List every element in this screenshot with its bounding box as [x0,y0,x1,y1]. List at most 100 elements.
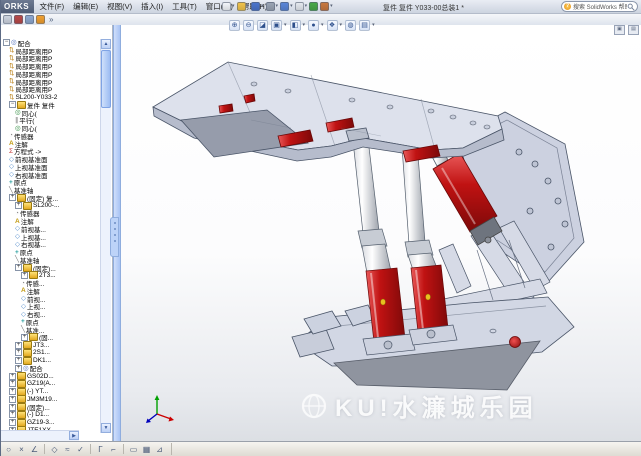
tree-item[interactable]: ◇右视... [1,310,101,318]
toolbar-overflow-button[interactable]: » [49,15,53,24]
splitter-grip[interactable] [110,217,119,257]
expander-icon[interactable]: + [21,334,28,341]
select-icon[interactable] [295,2,304,11]
help-smiley-icon[interactable] [36,15,45,24]
tree-horizontal-scrollbar[interactable]: ▶ [1,430,79,441]
search-input[interactable]: 搜索 SolidWorks 帮助 [573,2,627,11]
tree-item[interactable]: +(-) YT... [1,388,101,396]
tree-item[interactable]: +GZ19-3... [1,419,101,427]
expander-icon[interactable]: + [15,264,22,271]
tree-item[interactable]: ∥平行( [1,117,101,125]
dropdown-caret-icon[interactable]: ▾ [232,2,235,11]
check-icon[interactable]: ✓ [75,444,86,455]
expander-icon[interactable]: + [9,380,16,387]
trim-icon[interactable]: × [16,444,27,455]
scroll-down-icon[interactable]: ▼ [101,423,111,433]
undo-icon[interactable] [280,2,289,11]
expander-icon[interactable]: + [9,404,16,411]
expander-icon[interactable]: − [9,101,16,108]
tree-item[interactable]: +(固定) 复... [1,194,101,202]
panel-splitter[interactable] [113,25,121,441]
3d-model[interactable] [121,25,641,441]
dropdown-caret-icon[interactable]: ▾ [305,2,308,11]
tree-item[interactable]: +SL200-... [1,202,101,210]
search-box[interactable]: ? 搜索 SolidWorks 帮助 [561,1,638,12]
new-icon[interactable] [222,2,231,11]
menu-2[interactable]: 编辑(E) [69,0,103,13]
options-icon[interactable] [320,2,329,11]
canopy-beam[interactable] [153,62,504,162]
scroll-up-icon[interactable]: ▲ [101,39,111,49]
polygon-icon[interactable]: ◇ [49,444,60,455]
tree-item[interactable]: ◇前视... [1,295,101,303]
expander-icon[interactable]: − [3,39,10,46]
tree-item[interactable]: ◔传感... [1,279,101,287]
tree-item[interactable]: +GZ19(A... [1,380,101,388]
print-icon[interactable] [266,2,275,11]
tree-item[interactable]: A注解 [1,217,101,225]
sketch-circle-icon[interactable]: ○ [3,444,14,455]
expander-icon[interactable]: + [15,357,22,364]
tree-item[interactable]: ◇上视... [1,303,101,311]
find-icon[interactable] [25,15,34,24]
preview-icon[interactable] [14,15,23,24]
tree-item[interactable]: +JM3M19... [1,396,101,404]
tree-item[interactable]: ◇前视基... [1,225,101,233]
tree-item[interactable]: +2S1... [1,349,101,357]
tree-item[interactable]: +原点 [1,318,101,326]
corner2-icon[interactable]: ⌐ [108,444,119,455]
expander-icon[interactable]: + [15,342,22,349]
tree-item[interactable]: +DK1... [1,357,101,365]
dropdown-caret-icon[interactable]: ▾ [276,2,279,11]
corner-icon[interactable]: Γ [95,444,106,455]
tree-item[interactable]: A注解 [1,287,101,295]
expander-icon[interactable]: + [9,411,16,418]
menu-4[interactable]: 插入(I) [137,0,168,13]
matepar-icon: ∥ [15,117,18,124]
solidworks-window: ORKS 文件(F)编辑(E)视图(V)插入(I)工具(T)窗口(W)帮助(H)… [0,0,641,456]
tree-item[interactable]: +2T3... [1,272,101,280]
triangle-icon[interactable]: ⊿ [154,444,165,455]
tree-item[interactable]: ◎同心( [1,109,101,117]
expander-icon[interactable]: + [9,388,16,395]
rebuild-icon[interactable] [309,2,318,11]
tree-item[interactable]: +原点 [1,248,101,256]
expander-icon[interactable]: + [9,419,16,426]
sensor-icon: ◔ [15,210,19,217]
angle-icon[interactable]: ∠ [29,444,40,455]
dropdown-caret-icon[interactable]: ▾ [290,2,293,11]
tree-item[interactable]: +(固定)... [1,403,101,411]
scroll-right-icon[interactable]: ▶ [69,431,79,440]
expander-icon[interactable]: + [9,396,16,403]
expander-icon[interactable]: + [9,194,16,201]
menu-1[interactable]: 文件(F) [35,0,69,13]
panel-icon[interactable] [3,15,12,24]
grid-icon[interactable]: ▦ [141,444,152,455]
dropdown-caret-icon[interactable]: ▾ [330,2,333,11]
tree-item[interactable]: +GS02D... [1,372,101,380]
menu-3[interactable]: 视图(V) [103,0,137,13]
save-icon[interactable] [251,2,260,11]
scrollbar-thumb[interactable] [101,50,111,108]
expander-icon[interactable]: + [9,373,16,380]
open-icon[interactable] [237,2,246,11]
tree-item[interactable]: ◇上视基... [1,233,101,241]
tree-item[interactable]: +◎配合 [1,365,101,373]
tree-item[interactable]: ◇右视基... [1,241,101,249]
tree-item[interactable]: +(固定)... [1,264,101,272]
graphics-viewport[interactable]: ⊕⊖◪▣▾◧▾●▾❖▾◍▤▾ ▣▤ [121,25,641,441]
expander-icon[interactable]: + [15,349,22,356]
tree-item[interactable]: +(-) D1... [1,411,101,419]
rect-icon[interactable]: ▭ [128,444,139,455]
tree-item[interactable]: ⇅局部距离用P [1,86,101,94]
tree-item[interactable]: +(固... [1,334,101,342]
expander-icon[interactable]: + [15,365,22,372]
tree-item[interactable]: −复件 复件 [1,101,101,109]
dropdown-caret-icon[interactable]: ▾ [247,2,250,11]
tree-item[interactable]: +JT3... [1,341,101,349]
spline-icon[interactable]: ≈ [62,444,73,455]
tree-item[interactable]: ◔传感器 [1,210,101,218]
menu-5[interactable]: 工具(T) [168,0,202,13]
dropdown-caret-icon[interactable]: ▾ [261,2,264,11]
search-icon[interactable] [627,3,635,11]
